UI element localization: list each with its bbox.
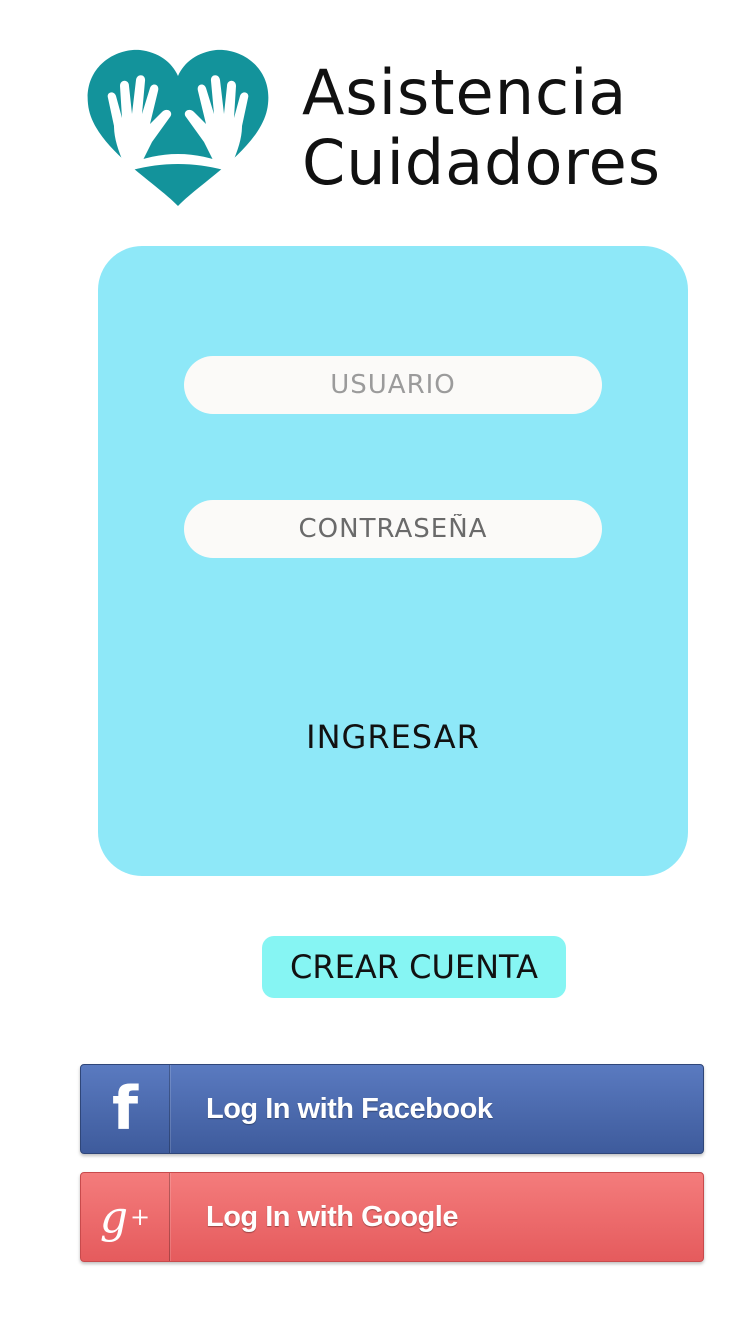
facebook-login-label: Log In with Facebook: [206, 1092, 493, 1125]
google-login-label: Log In with Google: [206, 1200, 458, 1233]
google-plus-sup: +: [130, 1203, 151, 1231]
login-screen: Asistencia Cuidadores INGRESAR CREAR CUE…: [0, 0, 750, 1334]
username-input[interactable]: [184, 356, 602, 414]
heart-hands-logo-icon: [87, 49, 269, 206]
facebook-login-button[interactable]: f Log In with Facebook: [80, 1064, 704, 1154]
login-submit-button[interactable]: INGRESAR: [293, 712, 493, 762]
brand-logo: Asistencia Cuidadores: [84, 46, 704, 216]
login-card: INGRESAR: [98, 246, 688, 876]
google-login-button[interactable]: g + Log In with Google: [80, 1172, 704, 1262]
brand-name: Asistencia Cuidadores: [302, 58, 661, 198]
brand-name-line-2: Cuidadores: [302, 126, 662, 199]
create-account-button[interactable]: CREAR CUENTA: [262, 936, 566, 998]
google-plus-glyph: g: [99, 1191, 129, 1243]
facebook-f-icon: f: [81, 1065, 170, 1153]
brand-name-line-1: Asistencia: [302, 56, 628, 129]
password-input[interactable]: [184, 500, 602, 558]
google-plus-icon: g +: [81, 1173, 170, 1261]
